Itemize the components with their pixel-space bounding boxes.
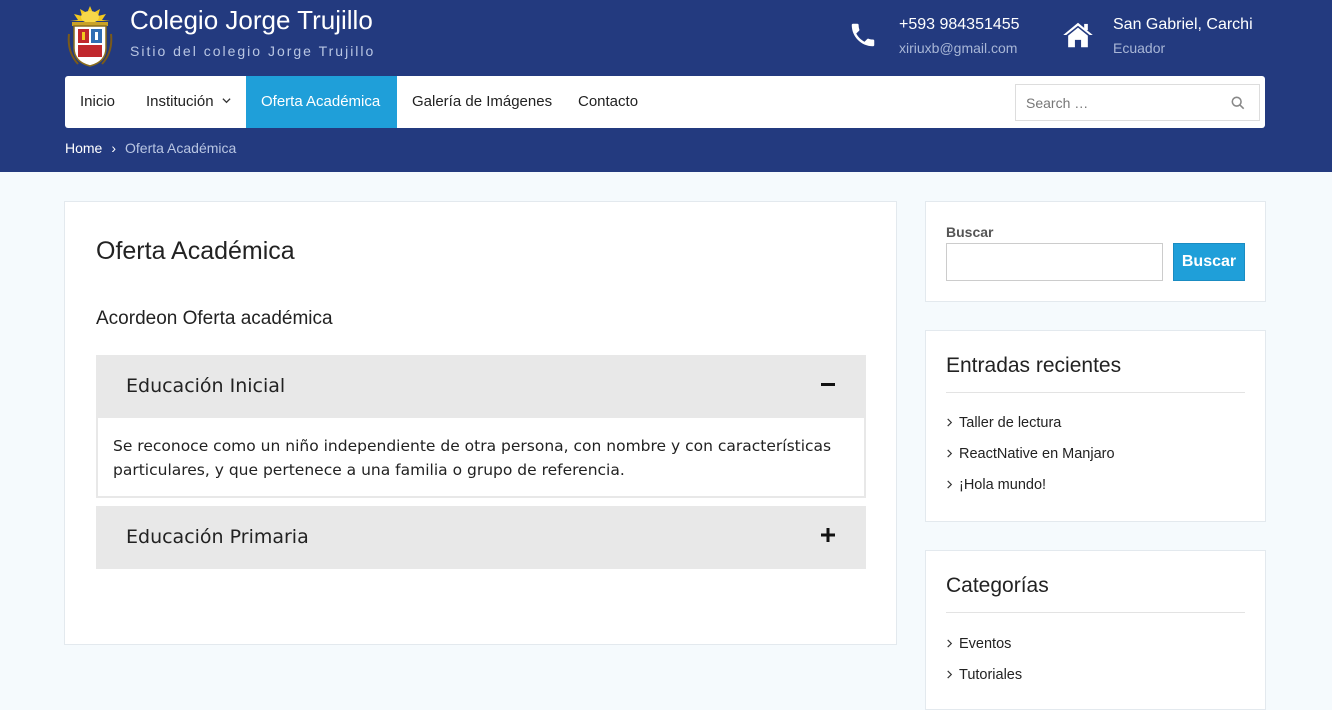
sidebar-recent-posts: Entradas recientes Taller de lectura Rea… xyxy=(925,330,1266,522)
nav-item-contacto[interactable]: Contacto xyxy=(563,76,653,128)
sidebar-categories: Categorías Eventos Tutoriales xyxy=(925,550,1266,710)
nav-item-label: Institución xyxy=(146,93,214,110)
contact-city: San Gabriel, Carchi xyxy=(1113,16,1253,33)
accordion-header[interactable]: Educación Primaria xyxy=(96,506,866,569)
categories-title: Categorías xyxy=(946,574,1049,597)
breadcrumb-current: Oferta Académica xyxy=(125,140,237,156)
page-title: Oferta Académica xyxy=(96,237,295,265)
category-link[interactable]: Tutoriales xyxy=(946,667,1022,683)
category-link[interactable]: Eventos xyxy=(946,636,1011,652)
widget-divider xyxy=(946,612,1245,613)
header-search-input[interactable] xyxy=(1016,85,1216,120)
recent-post-label: Taller de lectura xyxy=(959,415,1062,431)
chevron-right-icon xyxy=(947,670,953,679)
recent-post-link[interactable]: Taller de lectura xyxy=(946,415,1061,431)
sidebar-search-input[interactable] xyxy=(946,243,1163,281)
recent-post-link[interactable]: ReactNative en Manjaro xyxy=(946,446,1115,462)
contact-phone: +593 984351455 xyxy=(899,16,1020,33)
nav-item-label: Contacto xyxy=(578,93,639,110)
recent-post-label: ¡Hola mundo! xyxy=(959,477,1047,493)
nav-item-label: Galería de Imágenes xyxy=(412,93,553,110)
chevron-right-icon xyxy=(947,480,953,489)
breadcrumb-separator: › xyxy=(111,140,117,156)
search-icon[interactable] xyxy=(1231,96,1245,110)
sidebar-search-widget: Buscar Buscar xyxy=(925,201,1266,302)
nav-item-label: Oferta Académica xyxy=(261,93,381,110)
accordion-header[interactable]: Educación Inicial xyxy=(96,355,866,418)
header-search xyxy=(1015,84,1260,121)
recent-post-label: ReactNative en Manjaro xyxy=(959,446,1115,462)
contact-country: Ecuador xyxy=(1113,40,1166,56)
accordion-title: Educación Primaria xyxy=(126,526,309,548)
contact-email: xiriuxb@gmail.com xyxy=(899,40,1018,56)
phone-icon xyxy=(851,23,875,47)
site-header: Colegio Jorge Trujillo Sitio del colegio… xyxy=(0,0,1332,172)
chevron-right-icon xyxy=(947,639,953,648)
home-icon xyxy=(1063,22,1093,48)
accordion-heading: Acordeon Oferta académica xyxy=(96,308,333,329)
recent-post-link[interactable]: ¡Hola mundo! xyxy=(946,477,1046,493)
chevron-down-icon xyxy=(221,98,231,104)
site-tagline: Sitio del colegio Jorge Trujillo xyxy=(130,43,376,59)
nav-item-institucion[interactable]: Institución xyxy=(131,76,246,128)
sidebar-search-button[interactable]: Buscar xyxy=(1173,243,1245,281)
breadcrumb: Home › Oferta Académica xyxy=(65,140,236,156)
widget-divider xyxy=(946,392,1245,393)
nav-item-galeria[interactable]: Galería de Imágenes xyxy=(397,76,567,128)
main-content: Oferta Académica Acordeon Oferta académi… xyxy=(64,201,897,645)
breadcrumb-home-link[interactable]: Home xyxy=(65,140,102,156)
chevron-right-icon xyxy=(947,449,953,458)
nav-item-inicio[interactable]: Inicio xyxy=(65,76,130,128)
accordion-title: Educación Inicial xyxy=(126,375,286,397)
accordion-content: Se reconoce como un niño independiente d… xyxy=(96,418,866,498)
plus-icon[interactable] xyxy=(818,525,838,545)
recent-posts-title: Entradas recientes xyxy=(946,354,1122,377)
minus-icon[interactable] xyxy=(818,374,838,394)
nav-item-label: Inicio xyxy=(80,93,116,110)
main-navigation: Inicio Institución Oferta Académica Gale… xyxy=(65,76,1265,128)
site-title[interactable]: Colegio Jorge Trujillo xyxy=(130,5,373,36)
category-label: Tutoriales xyxy=(959,667,1023,683)
nav-item-oferta-academica[interactable]: Oferta Académica xyxy=(246,76,397,128)
school-crest-logo[interactable] xyxy=(66,4,114,70)
accordion-item-educacion-primaria: Educación Primaria xyxy=(96,506,866,569)
category-label: Eventos xyxy=(959,636,1012,652)
chevron-right-icon xyxy=(947,418,953,427)
sidebar-search-label: Buscar xyxy=(946,224,994,240)
accordion-item-educacion-inicial: Educación Inicial Se reconoce como un ni… xyxy=(96,355,866,498)
